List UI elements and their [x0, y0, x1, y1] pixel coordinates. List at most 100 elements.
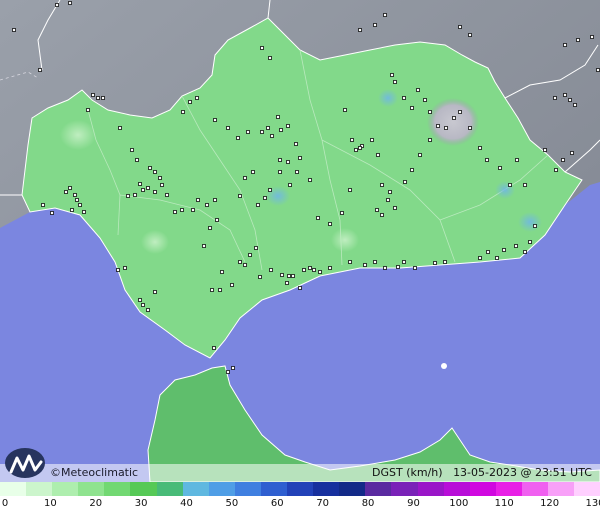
station-marker[interactable]: [458, 110, 462, 114]
station-marker[interactable]: [254, 246, 258, 250]
station-marker[interactable]: [148, 166, 152, 170]
station-marker[interactable]: [236, 136, 240, 140]
station-marker[interactable]: [220, 270, 224, 274]
station-marker[interactable]: [181, 110, 185, 114]
station-marker[interactable]: [298, 156, 302, 160]
station-marker[interactable]: [126, 194, 130, 198]
station-marker[interactable]: [444, 126, 448, 130]
station-marker[interactable]: [340, 211, 344, 215]
station-marker[interactable]: [205, 203, 209, 207]
station-marker[interactable]: [188, 100, 192, 104]
station-marker[interactable]: [348, 260, 352, 264]
station-marker[interactable]: [285, 281, 289, 285]
station-marker[interactable]: [213, 118, 217, 122]
station-marker[interactable]: [410, 106, 414, 110]
station-marker[interactable]: [478, 146, 482, 150]
station-marker[interactable]: [263, 196, 267, 200]
station-marker[interactable]: [515, 158, 519, 162]
station-marker[interactable]: [41, 203, 45, 207]
station-marker[interactable]: [373, 260, 377, 264]
station-marker[interactable]: [210, 288, 214, 292]
station-marker[interactable]: [403, 180, 407, 184]
station-marker[interactable]: [55, 3, 59, 7]
station-marker[interactable]: [218, 288, 222, 292]
station-marker[interactable]: [383, 266, 387, 270]
station-marker[interactable]: [350, 138, 354, 142]
station-marker[interactable]: [213, 198, 217, 202]
station-marker[interactable]: [123, 266, 127, 270]
station-marker[interactable]: [146, 186, 150, 190]
station-marker[interactable]: [308, 266, 312, 270]
station-marker[interactable]: [78, 203, 82, 207]
station-marker[interactable]: [498, 166, 502, 170]
station-marker[interactable]: [195, 96, 199, 100]
station-marker[interactable]: [68, 1, 72, 5]
station-marker[interactable]: [523, 250, 527, 254]
weather-map[interactable]: ©Meteoclimatic DGST (km/h) 13-05-2023 @ …: [0, 0, 600, 482]
station-marker[interactable]: [180, 208, 184, 212]
station-marker[interactable]: [116, 268, 120, 272]
station-marker[interactable]: [410, 168, 414, 172]
station-marker[interactable]: [486, 250, 490, 254]
station-marker[interactable]: [231, 366, 235, 370]
station-marker[interactable]: [68, 186, 72, 190]
station-marker[interactable]: [141, 188, 145, 192]
station-marker[interactable]: [568, 98, 572, 102]
station-marker[interactable]: [543, 148, 547, 152]
station-marker[interactable]: [260, 130, 264, 134]
station-marker[interactable]: [393, 80, 397, 84]
station-marker[interactable]: [370, 138, 374, 142]
station-marker[interactable]: [418, 153, 422, 157]
station-marker[interactable]: [38, 68, 42, 72]
station-marker[interactable]: [343, 108, 347, 112]
station-marker[interactable]: [268, 188, 272, 192]
station-marker[interactable]: [302, 268, 306, 272]
station-marker[interactable]: [278, 158, 282, 162]
station-marker[interactable]: [390, 73, 394, 77]
station-marker[interactable]: [280, 273, 284, 277]
station-marker[interactable]: [12, 28, 16, 32]
station-marker[interactable]: [278, 170, 282, 174]
station-marker[interactable]: [279, 128, 283, 132]
station-marker[interactable]: [553, 96, 557, 100]
station-marker[interactable]: [246, 130, 250, 134]
station-marker[interactable]: [573, 103, 577, 107]
station-marker[interactable]: [238, 194, 242, 198]
station-marker[interactable]: [570, 151, 574, 155]
station-marker[interactable]: [202, 244, 206, 248]
station-marker[interactable]: [528, 240, 532, 244]
station-marker[interactable]: [75, 198, 79, 202]
station-marker[interactable]: [502, 248, 506, 252]
station-marker[interactable]: [266, 126, 270, 130]
station-marker[interactable]: [286, 160, 290, 164]
station-marker[interactable]: [312, 268, 316, 272]
station-marker[interactable]: [288, 183, 292, 187]
station-marker[interactable]: [291, 274, 295, 278]
station-marker[interactable]: [316, 216, 320, 220]
station-marker[interactable]: [248, 253, 252, 257]
station-marker[interactable]: [436, 124, 440, 128]
station-marker[interactable]: [258, 275, 262, 279]
station-marker[interactable]: [269, 268, 273, 272]
station-marker[interactable]: [212, 346, 216, 350]
station-marker[interactable]: [383, 13, 387, 17]
station-marker[interactable]: [452, 116, 456, 120]
station-marker[interactable]: [396, 265, 400, 269]
station-marker[interactable]: [433, 261, 437, 265]
station-marker[interactable]: [576, 38, 580, 42]
station-marker[interactable]: [563, 93, 567, 97]
station-marker[interactable]: [64, 190, 68, 194]
station-marker[interactable]: [373, 23, 377, 27]
station-marker[interactable]: [251, 170, 255, 174]
station-marker[interactable]: [423, 98, 427, 102]
station-marker[interactable]: [70, 208, 74, 212]
station-marker[interactable]: [393, 206, 397, 210]
station-marker[interactable]: [328, 222, 332, 226]
station-marker[interactable]: [380, 183, 384, 187]
station-marker[interactable]: [363, 263, 367, 267]
station-marker[interactable]: [96, 96, 100, 100]
station-marker[interactable]: [101, 96, 105, 100]
station-marker[interactable]: [468, 33, 472, 37]
station-marker[interactable]: [590, 35, 594, 39]
station-marker[interactable]: [561, 158, 565, 162]
